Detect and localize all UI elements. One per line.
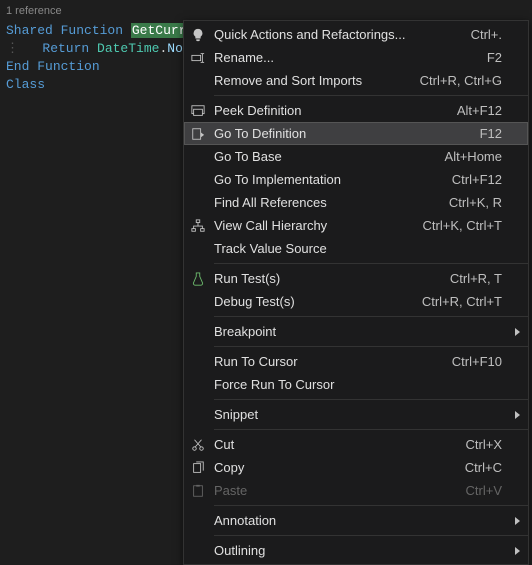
menu-separator [214, 535, 528, 536]
menu-separator [214, 316, 528, 317]
submenu-arrow-icon [515, 411, 520, 419]
menu-item-label: Track Value Source [212, 241, 522, 256]
menu-item-shortcut: Alt+Home [445, 149, 522, 164]
hierarchy-icon [184, 214, 212, 237]
menu-item-outlining[interactable]: Outlining [184, 539, 528, 562]
submenu-arrow-icon [515, 517, 520, 525]
menu-item-shortcut: Ctrl+C [465, 460, 522, 475]
menu-separator [214, 346, 528, 347]
blank-icon [184, 69, 212, 92]
menu-item-shortcut: Alt+F12 [457, 103, 522, 118]
submenu-arrow-icon [515, 328, 520, 336]
menu-separator [214, 263, 528, 264]
menu-item-label: Outlining [212, 543, 522, 558]
menu-item-force-run-to-cursor[interactable]: Force Run To Cursor [184, 373, 528, 396]
blank-icon [184, 509, 212, 532]
copy-icon [184, 456, 212, 479]
menu-item-label: Go To Base [212, 149, 445, 164]
submenu-arrow-icon [515, 547, 520, 555]
menu-item-label: Run Test(s) [212, 271, 450, 286]
menu-item-run-test-s[interactable]: Run Test(s)Ctrl+R, T [184, 267, 528, 290]
menu-item-label: Annotation [212, 513, 522, 528]
menu-item-shortcut: Ctrl+K, R [449, 195, 522, 210]
menu-item-label: Rename... [212, 50, 487, 65]
menu-item-rename[interactable]: Rename...F2 [184, 46, 528, 69]
menu-item-label: Debug Test(s) [212, 294, 422, 309]
blank-icon [184, 290, 212, 313]
menu-item-label: Peek Definition [212, 103, 457, 118]
menu-item-debug-test-s[interactable]: Debug Test(s)Ctrl+R, Ctrl+T [184, 290, 528, 313]
menu-item-copy[interactable]: CopyCtrl+C [184, 456, 528, 479]
menu-item-go-to-base[interactable]: Go To BaseAlt+Home [184, 145, 528, 168]
menu-item-paste: PasteCtrl+V [184, 479, 528, 502]
menu-item-remove-and-sort-imports[interactable]: Remove and Sort ImportsCtrl+R, Ctrl+G [184, 69, 528, 92]
menu-item-snippet[interactable]: Snippet [184, 403, 528, 426]
menu-item-label: Go To Definition [212, 126, 480, 141]
menu-item-shortcut: Ctrl+F12 [452, 172, 522, 187]
menu-item-go-to-implementation[interactable]: Go To ImplementationCtrl+F12 [184, 168, 528, 191]
menu-separator [214, 95, 528, 96]
blank-icon [184, 145, 212, 168]
menu-item-label: Breakpoint [212, 324, 522, 339]
menu-item-shortcut: Ctrl+R, T [450, 271, 522, 286]
blank-icon [184, 539, 212, 562]
blank-icon [184, 373, 212, 396]
menu-item-shortcut: Ctrl+X [466, 437, 522, 452]
blank-icon [184, 320, 212, 343]
menu-item-cut[interactable]: CutCtrl+X [184, 433, 528, 456]
bulb-icon [184, 23, 212, 46]
menu-item-shortcut: F2 [487, 50, 522, 65]
menu-item-label: Find All References [212, 195, 449, 210]
menu-item-view-call-hierarchy[interactable]: View Call HierarchyCtrl+K, Ctrl+T [184, 214, 528, 237]
menu-item-label: Run To Cursor [212, 354, 452, 369]
menu-item-label: Snippet [212, 407, 522, 422]
menu-separator [214, 505, 528, 506]
menu-item-go-to-definition[interactable]: Go To DefinitionF12 [184, 122, 528, 145]
menu-item-quick-actions-and-refactorings[interactable]: Quick Actions and Refactorings...Ctrl+. [184, 23, 528, 46]
blank-icon [184, 237, 212, 260]
menu-item-label: Copy [212, 460, 465, 475]
blank-icon [184, 191, 212, 214]
blank-icon [184, 350, 212, 373]
menu-item-peek-definition[interactable]: Peek DefinitionAlt+F12 [184, 99, 528, 122]
flask-icon [184, 267, 212, 290]
menu-item-label: Cut [212, 437, 466, 452]
blank-icon [184, 403, 212, 426]
goto-icon [184, 122, 212, 145]
menu-item-label: Go To Implementation [212, 172, 452, 187]
menu-item-breakpoint[interactable]: Breakpoint [184, 320, 528, 343]
context-menu: Quick Actions and Refactorings...Ctrl+.R… [183, 20, 529, 565]
menu-item-annotation[interactable]: Annotation [184, 509, 528, 532]
cut-icon [184, 433, 212, 456]
menu-item-label: Quick Actions and Refactorings... [212, 27, 471, 42]
menu-item-shortcut: F12 [480, 126, 522, 141]
codelens-reference[interactable]: 1 reference [0, 0, 532, 22]
menu-item-track-value-source[interactable]: Track Value Source [184, 237, 528, 260]
menu-item-shortcut: Ctrl+V [466, 483, 522, 498]
menu-item-run-to-cursor[interactable]: Run To CursorCtrl+F10 [184, 350, 528, 373]
menu-item-label: Paste [212, 483, 466, 498]
menu-item-shortcut: Ctrl+R, Ctrl+T [422, 294, 522, 309]
menu-separator [214, 429, 528, 430]
menu-item-shortcut: Ctrl+. [471, 27, 522, 42]
menu-separator [214, 399, 528, 400]
menu-item-label: Remove and Sort Imports [212, 73, 420, 88]
paste-icon [184, 479, 212, 502]
menu-item-label: Force Run To Cursor [212, 377, 522, 392]
rename-icon [184, 46, 212, 69]
blank-icon [184, 168, 212, 191]
menu-item-find-all-references[interactable]: Find All ReferencesCtrl+K, R [184, 191, 528, 214]
menu-item-shortcut: Ctrl+R, Ctrl+G [420, 73, 522, 88]
peek-icon [184, 99, 212, 122]
menu-item-label: View Call Hierarchy [212, 218, 423, 233]
menu-item-shortcut: Ctrl+K, Ctrl+T [423, 218, 522, 233]
menu-item-shortcut: Ctrl+F10 [452, 354, 522, 369]
